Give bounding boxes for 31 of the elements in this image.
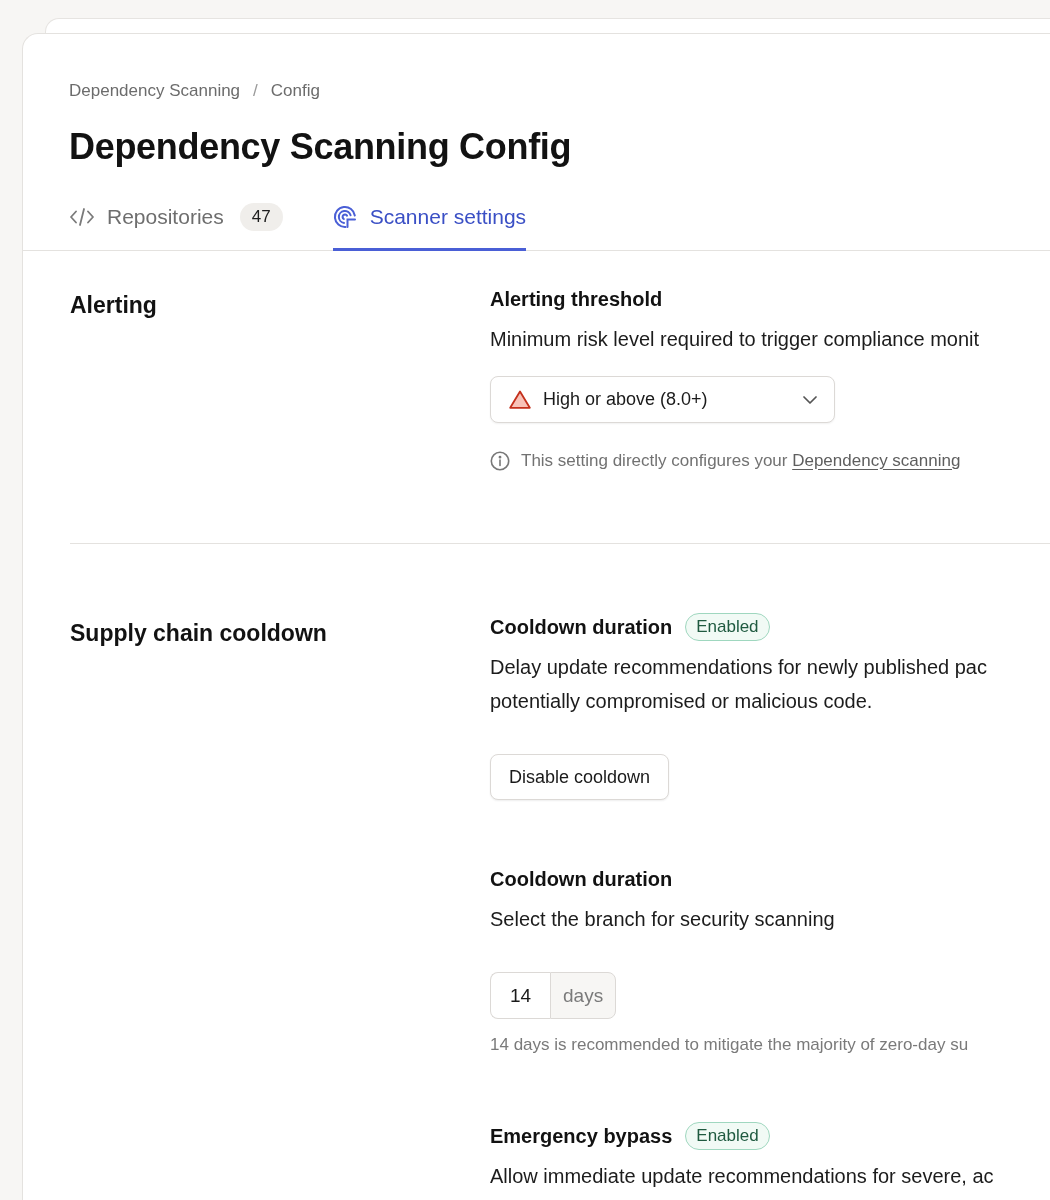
info-note: This setting directly configures your Dependency scanning	[521, 450, 961, 472]
setting-description: Select the branch for security scanning	[490, 907, 836, 932]
breadcrumb-link[interactable]: Dependency Scanning	[69, 81, 241, 101]
radar-icon	[332, 205, 357, 229]
tab[interactable]: Repositories 47	[70, 197, 283, 251]
warning-icon	[509, 390, 531, 409]
setting-description: Delay update recommendations for newly published pac potentially compromised or malicious code.	[490, 655, 988, 714]
setting-title: Cooldown duration	[490, 867, 673, 892]
setting-title: Cooldown duration	[490, 615, 673, 640]
setting-description: Allow immediate update recommendations for severe, ac	[490, 1164, 995, 1189]
docs-link[interactable]: Dependency scanning	[792, 451, 961, 470]
code-icon	[70, 208, 94, 226]
threshold-select[interactable]: High or above (8.0+)	[490, 376, 835, 423]
page-title: Dependency Scanning Config	[69, 125, 573, 169]
chevron-down-icon	[803, 395, 817, 404]
hint-text: 14 days is recommended to mitigate the majority of zero-day su	[490, 1034, 970, 1056]
tab[interactable]: Scanner settings	[332, 197, 527, 251]
section-heading: Alerting	[70, 292, 158, 318]
status-badge: Enabled	[685, 1122, 770, 1150]
breadcrumb-current: Config	[270, 81, 320, 101]
setting-title: Alerting threshold	[490, 287, 663, 312]
breadcrumb-separator: /	[253, 81, 258, 101]
setting-title: Emergency bypass	[490, 1124, 673, 1149]
count-badge: 47	[239, 203, 283, 231]
info-icon	[490, 451, 510, 471]
setting-description: Minimum risk level required to trigger compliance monit	[490, 327, 981, 352]
disable-cooldown-button[interactable]: Disable cooldown	[490, 754, 670, 800]
unit-label: days	[550, 972, 617, 1019]
section-heading: Supply chain cooldown	[70, 620, 328, 646]
duration-input[interactable]: 14	[490, 972, 550, 1019]
status-badge: Enabled	[685, 613, 770, 641]
